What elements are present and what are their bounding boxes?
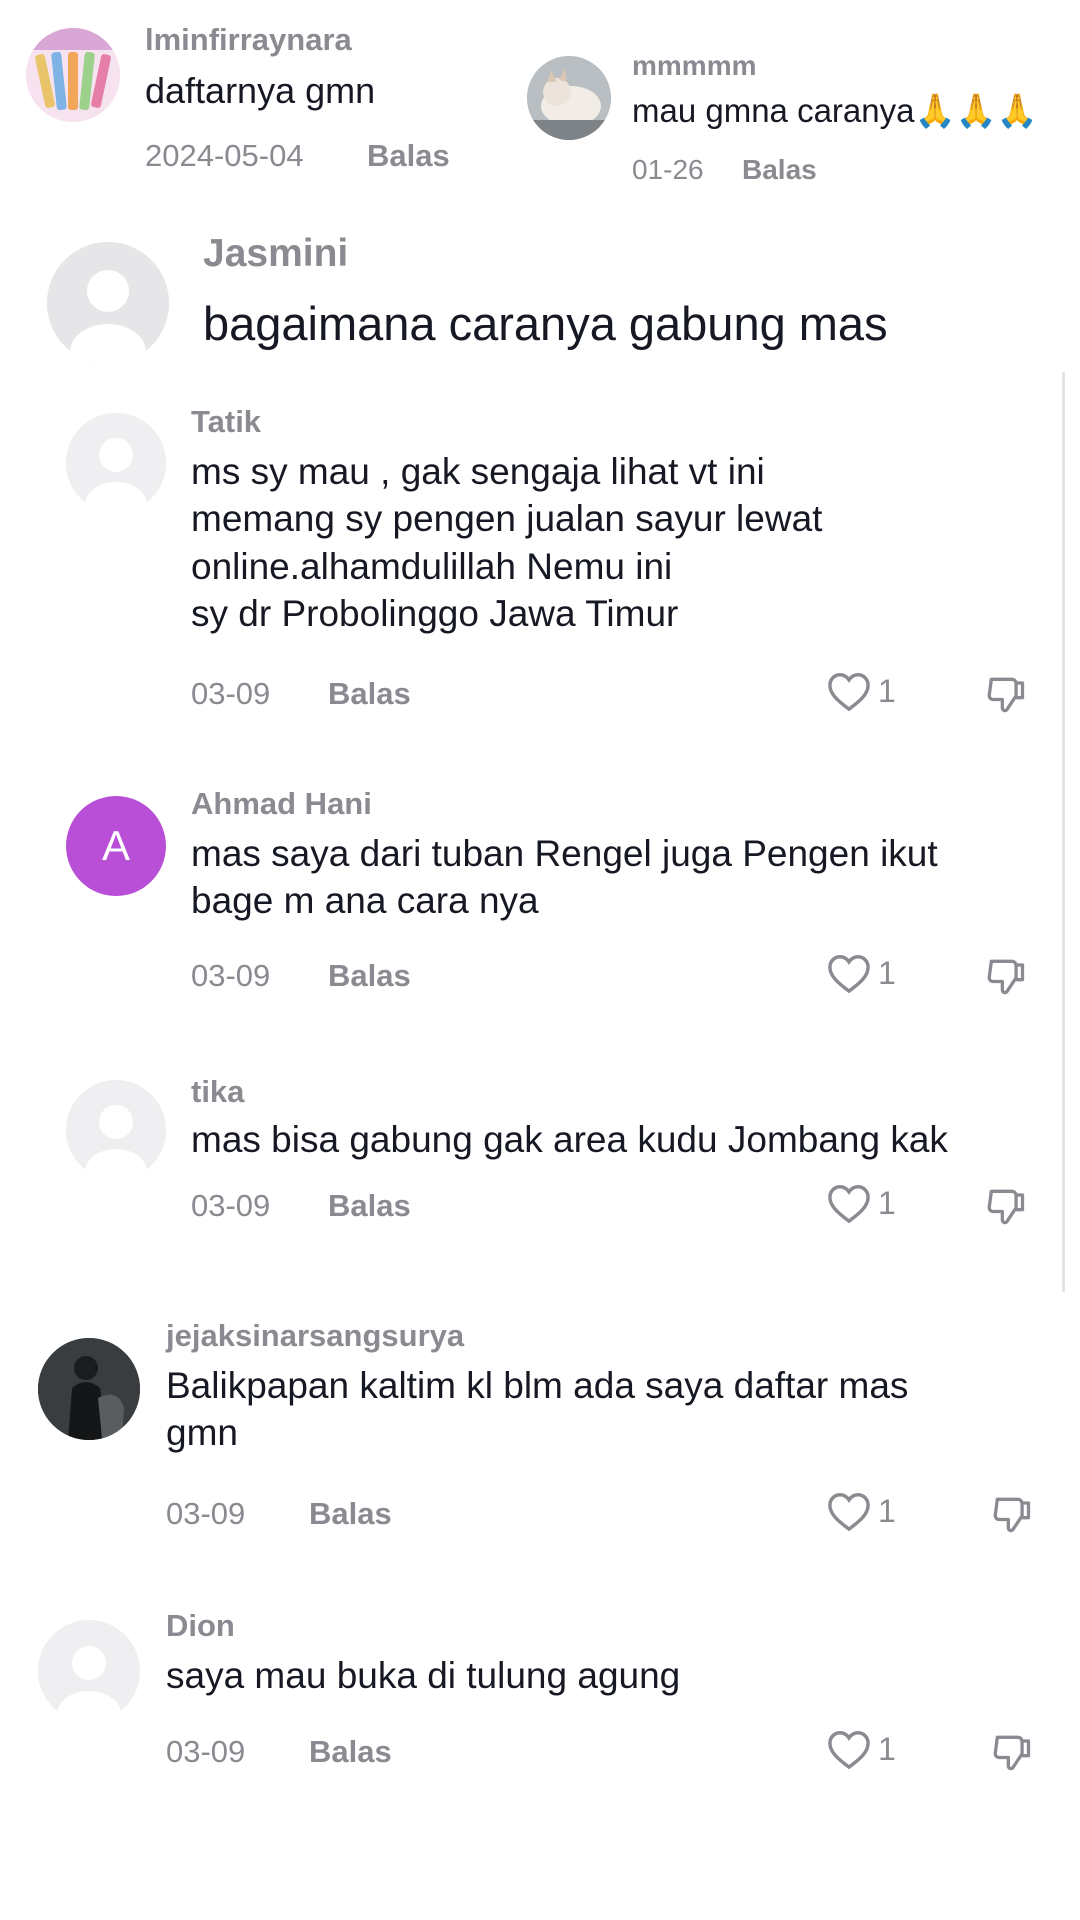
product-photo-icon [26, 28, 120, 122]
comment-text: mas bisa gabung gak area kudu Jombang ka… [191, 1119, 948, 1160]
username[interactable]: mmmmm [632, 50, 756, 82]
reply-button[interactable]: Balas [367, 138, 450, 174]
thumbs-down-icon [987, 677, 1025, 713]
username[interactable]: Jasmini [203, 232, 348, 276]
comment-date: 03-09 [191, 958, 271, 993]
comment-date: 03-09 [166, 1734, 246, 1769]
comment-text: bagaimana caranya gabung mas [203, 297, 888, 350]
scrollbar[interactable] [1062, 372, 1065, 1292]
like-button[interactable]: 1 [826, 1182, 896, 1224]
like-count: 1 [878, 1730, 896, 1767]
username[interactable]: tika [191, 1074, 244, 1110]
dark-photo-icon [38, 1338, 140, 1440]
like-count: 1 [878, 672, 896, 709]
dislike-button[interactable] [990, 1492, 1034, 1541]
comment-date: 2024-05-04 [145, 138, 304, 173]
thumbs-down-icon [987, 1189, 1025, 1225]
comment-date: 03-09 [191, 1188, 271, 1223]
reply-button[interactable]: Balas [309, 1496, 392, 1532]
avatar-jejaksinarsangsurya[interactable] [38, 1338, 140, 1440]
comment-text: mas saya dari tuban Rengel juga Pengen i… [191, 833, 938, 922]
cat-photo-icon [527, 56, 611, 140]
like-button[interactable]: 1 [826, 1728, 896, 1770]
default-user-icon [38, 1620, 140, 1722]
comment-text: ms sy mau , gak sengaja lihat vt ini mem… [191, 451, 823, 635]
avatar-dion[interactable] [38, 1620, 140, 1722]
avatar-jasmini[interactable] [47, 242, 169, 364]
thumbs-down-icon [987, 959, 1025, 995]
thumbs-down-icon [993, 1497, 1031, 1533]
heart-icon [828, 1493, 870, 1532]
like-count: 1 [878, 954, 896, 991]
default-user-icon [47, 242, 169, 364]
username[interactable]: Tatik [191, 404, 261, 440]
default-user-icon [66, 413, 166, 513]
heart-icon [828, 955, 870, 994]
comment-date: 03-09 [191, 676, 271, 711]
comment-date: 01-26 [632, 154, 704, 185]
avatar-tika[interactable] [66, 1080, 166, 1180]
comment-text: mau gmna caranya🙏🙏🙏 [632, 92, 1038, 129]
heart-icon [828, 1731, 870, 1770]
reply-button[interactable]: Balas [309, 1734, 392, 1770]
comment-text: Balikpapan kaltim kl blm ada saya daftar… [166, 1365, 909, 1454]
avatar-letter: A [101, 822, 130, 869]
username[interactable]: jejaksinarsangsurya [166, 1318, 464, 1354]
thumbs-down-icon [993, 1735, 1031, 1771]
comment-text: daftarnya gmn [145, 70, 376, 111]
dislike-button[interactable] [984, 954, 1028, 1003]
comment-date: 03-09 [166, 1496, 246, 1531]
like-button[interactable]: 1 [826, 1490, 896, 1532]
dislike-button[interactable] [984, 1184, 1028, 1233]
comment-text: saya mau buka di tulung agung [166, 1655, 681, 1696]
avatar-lminfirraynara[interactable] [26, 28, 120, 122]
like-button[interactable]: 1 [826, 670, 896, 712]
username[interactable]: Dion [166, 1608, 235, 1644]
reply-button[interactable]: Balas [328, 676, 411, 712]
avatar-tatik[interactable] [66, 413, 166, 513]
dislike-button[interactable] [990, 1730, 1034, 1779]
avatar-mmmmm[interactable] [527, 56, 611, 140]
dislike-button[interactable] [984, 672, 1028, 721]
heart-icon [828, 1185, 870, 1224]
heart-icon [828, 673, 870, 712]
reply-button[interactable]: Balas [328, 958, 411, 994]
like-count: 1 [878, 1184, 896, 1221]
avatar-ahmad-hani[interactable]: A [66, 796, 166, 896]
username[interactable]: lminfirraynara [145, 22, 352, 58]
reply-button[interactable]: Balas [742, 154, 817, 186]
reply-button[interactable]: Balas [328, 1188, 411, 1224]
default-user-icon [66, 1080, 166, 1180]
like-button[interactable]: 1 [826, 952, 896, 994]
like-count: 1 [878, 1492, 896, 1529]
username[interactable]: Ahmad Hani [191, 786, 372, 822]
